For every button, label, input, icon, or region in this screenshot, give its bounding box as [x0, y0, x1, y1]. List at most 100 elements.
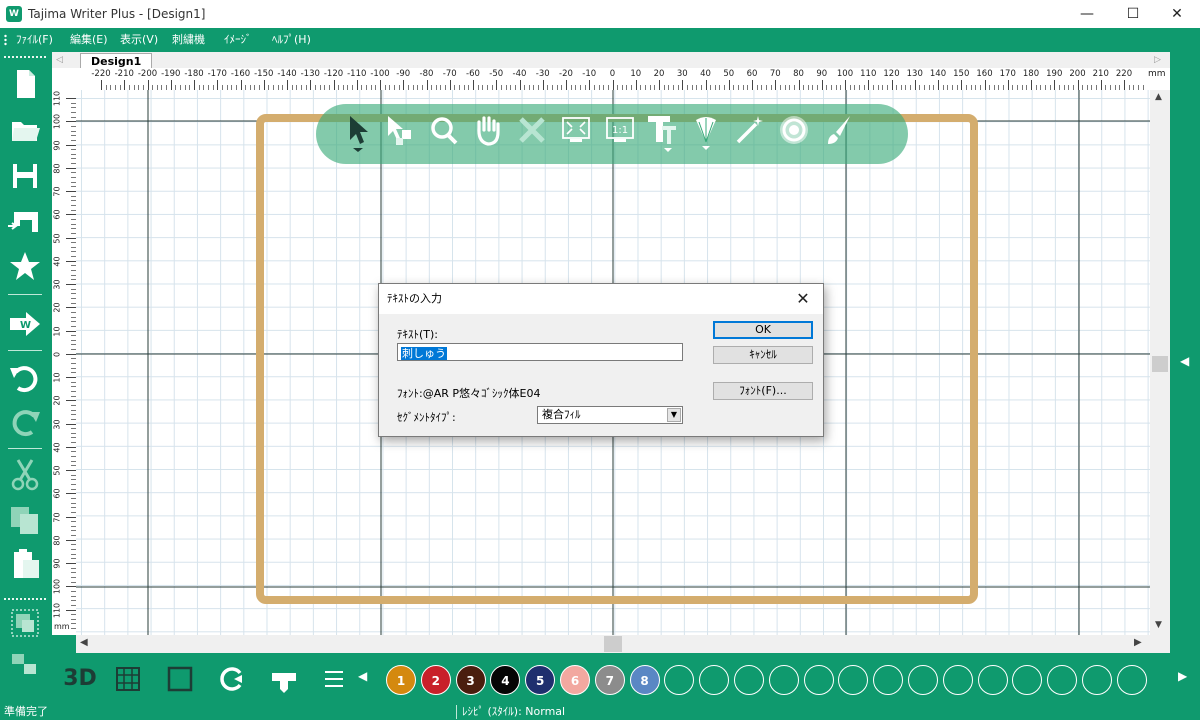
thread-color-1[interactable]: 1: [386, 665, 416, 695]
ruler-tick: [1007, 80, 1009, 90]
vertical-scrollbar[interactable]: ▲ ▼: [1150, 90, 1170, 635]
text-input-field[interactable]: 刺しゅう: [397, 343, 683, 361]
zoom-icon[interactable]: [426, 112, 462, 152]
fan-shape-icon[interactable]: [688, 112, 724, 152]
stitch-circle-icon[interactable]: [776, 112, 812, 152]
toolbar-separator: [8, 350, 42, 351]
ruler-tick: [356, 80, 358, 90]
menu-file[interactable]: ﾌｧｲﾙ(F): [16, 28, 53, 52]
empty-color-slot[interactable]: [1047, 665, 1078, 695]
select-arrow-icon[interactable]: [340, 112, 376, 152]
ruler-tick: [403, 80, 405, 90]
pan-hand-icon[interactable]: [470, 112, 506, 152]
actual-size-icon[interactable]: 1:1: [602, 112, 638, 152]
copy-icon[interactable]: [6, 502, 44, 538]
delete-x-icon[interactable]: [514, 112, 550, 152]
empty-color-slot[interactable]: [803, 665, 834, 695]
new-file-icon[interactable]: [6, 66, 44, 102]
menu-help[interactable]: ﾍﾙﾌﾟ(H): [272, 28, 311, 52]
cut-icon[interactable]: [6, 456, 44, 492]
ruler-tick-label: 110: [52, 602, 62, 618]
cancel-button[interactable]: ｷｬﾝｾﾙ: [713, 346, 813, 364]
maximize-button[interactable]: ☐: [1110, 0, 1156, 28]
toolbar-separator: [8, 448, 42, 449]
save-icon[interactable]: [6, 158, 44, 194]
thread-color-3[interactable]: 3: [455, 665, 486, 695]
ruler-tick-label: 80: [52, 163, 62, 174]
vertical-scroll-thumb[interactable]: [1152, 356, 1168, 372]
magic-wand-icon[interactable]: [732, 112, 768, 152]
embroidery-machine-icon[interactable]: [6, 204, 44, 240]
ruler-tick: [426, 80, 428, 90]
undo-icon[interactable]: [6, 360, 44, 396]
empty-color-slot[interactable]: [1116, 665, 1147, 695]
thread-color-6[interactable]: 6: [560, 665, 590, 695]
fit-to-window-icon[interactable]: [558, 112, 594, 152]
tab-scroll-right-icon[interactable]: ▷: [1154, 52, 1161, 68]
menu-view[interactable]: 表示(V): [120, 28, 158, 52]
empty-color-slot[interactable]: [977, 665, 1008, 695]
align-icon[interactable]: [264, 661, 304, 697]
dialog-close-button[interactable]: ✕: [791, 288, 815, 310]
close-button[interactable]: ✕: [1154, 0, 1200, 28]
grid-toggle-icon[interactable]: [108, 661, 148, 697]
ruler-tick: [542, 80, 544, 90]
menu-edit[interactable]: 編集(E): [70, 28, 108, 52]
brush-icon[interactable]: [820, 112, 856, 152]
paste-icon[interactable]: [6, 546, 44, 582]
export-design-icon[interactable]: W: [6, 306, 44, 342]
thread-color-7[interactable]: 7: [594, 665, 625, 695]
empty-color-slot[interactable]: [908, 665, 938, 695]
ruler-tick: [1031, 80, 1032, 90]
scroll-left-icon[interactable]: ◀: [80, 637, 88, 648]
node-select-icon[interactable]: [382, 112, 418, 152]
thread-color-2[interactable]: 2: [420, 665, 451, 695]
view-3d-button[interactable]: 3D: [60, 661, 100, 697]
horizontal-scrollbar[interactable]: ◀ ▶: [76, 635, 1150, 653]
minimize-button[interactable]: —: [1064, 0, 1110, 28]
ruler-tick: [124, 80, 126, 90]
thread-color-5[interactable]: 5: [525, 665, 556, 695]
tab-scroll-left-icon[interactable]: ◁: [56, 52, 63, 68]
horizontal-scroll-thumb[interactable]: [604, 636, 622, 652]
title-bar: W Tajima Writer Plus - [Design1] — ☐ ✕: [0, 0, 1200, 28]
redo-icon[interactable]: [6, 404, 44, 440]
ruler-tick: [775, 80, 777, 90]
thread-color-8[interactable]: 8: [629, 665, 660, 695]
empty-color-slot[interactable]: [838, 665, 869, 695]
thread-color-4[interactable]: 4: [490, 665, 521, 695]
empty-color-slot[interactable]: [768, 665, 799, 695]
chevron-down-icon[interactable]: ▼: [667, 408, 681, 422]
color-scroll-right-icon[interactable]: ▶: [1178, 669, 1187, 683]
ruler-tick-label: 20: [52, 395, 62, 406]
expand-panel-icon[interactable]: ◀: [1180, 354, 1189, 368]
empty-color-slot[interactable]: [1012, 665, 1043, 695]
scroll-right-icon[interactable]: ▶: [1134, 637, 1142, 648]
empty-color-slot[interactable]: [734, 665, 764, 695]
scroll-down-icon[interactable]: ▼: [1155, 620, 1162, 630]
text-tool-icon[interactable]: [644, 112, 680, 152]
empty-color-slot[interactable]: [664, 665, 695, 695]
empty-color-slot[interactable]: [1082, 665, 1112, 695]
open-folder-icon[interactable]: [6, 112, 44, 148]
font-button[interactable]: ﾌｫﾝﾄ(F)...: [713, 382, 813, 400]
empty-color-slot[interactable]: [873, 665, 904, 695]
color-scroll-left-icon[interactable]: ◀: [358, 669, 367, 683]
ok-button[interactable]: OK: [713, 321, 813, 339]
ruler-tick: [66, 400, 76, 402]
window-title: Tajima Writer Plus - [Design1]: [28, 7, 206, 21]
group-objects-icon[interactable]: [6, 606, 44, 642]
ruler-tick-label: 30: [52, 418, 62, 430]
color-list-menu-icon[interactable]: [314, 661, 354, 697]
empty-color-slot[interactable]: [699, 665, 730, 695]
hoop-toggle-icon[interactable]: [160, 661, 200, 697]
rotate-view-icon[interactable]: [212, 661, 252, 697]
menu-machine[interactable]: 刺繍機: [172, 28, 205, 52]
scroll-up-icon[interactable]: ▲: [1155, 92, 1162, 102]
star-icon[interactable]: [6, 248, 44, 284]
ungroup-objects-icon[interactable]: [6, 652, 44, 688]
menu-image[interactable]: ｲﾒｰｼﾞ: [224, 28, 252, 52]
tab-design1[interactable]: Design1: [80, 53, 153, 69]
empty-color-slot[interactable]: [942, 665, 973, 695]
segment-type-select[interactable]: 複合ﾌｨﾙ ▼: [537, 406, 683, 424]
